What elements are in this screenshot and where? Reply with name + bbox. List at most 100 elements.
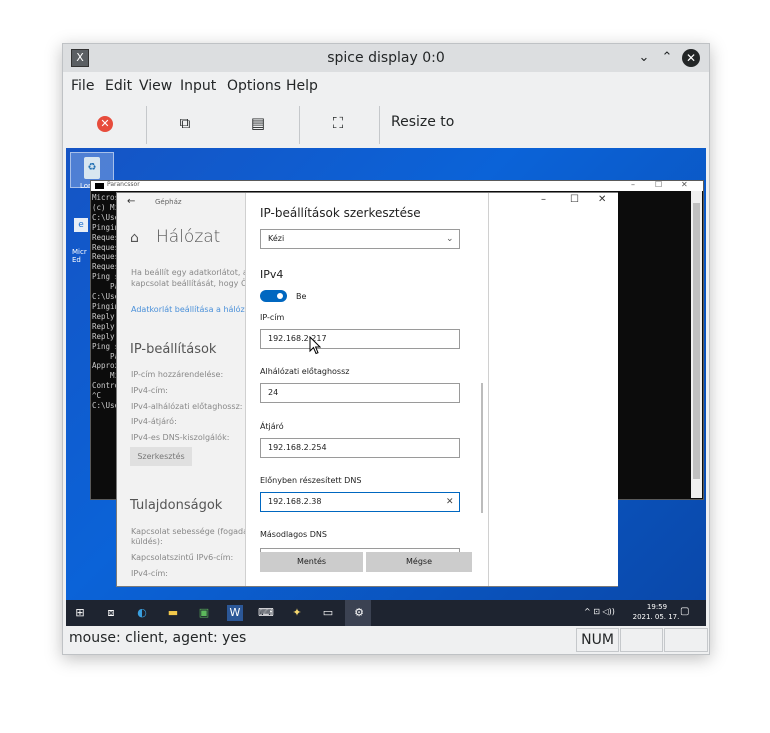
clear-icon[interactable]: ✕ [446,493,454,511]
cmd-title-bar[interactable]: Parancssor – ☐ ✕ [91,180,703,191]
ip-info-row: IPv4-es DNS-kiszolgálók: [131,433,230,442]
status-indicator [620,628,663,652]
fullscreen-icon[interactable]: ⛶ [329,114,347,132]
property-row: küldés): [131,537,163,546]
num-lock-indicator: NUM [576,628,619,652]
ip-mode-select[interactable]: Kézi ⌄ [260,229,460,249]
preferred-dns-label: Előnyben részesített DNS [260,476,362,485]
ip-info-row: IPv4-cím: [131,386,169,395]
settings-right-pane: – ☐ ✕ [488,193,618,586]
cmd-scroll-thumb[interactable] [693,203,700,479]
settings-gear-icon[interactable]: ⚙ [351,605,367,621]
ip-address-input[interactable]: 192.168.2.217 [260,329,460,349]
cmd-title: Parancssor [107,181,140,188]
cmd-icon [95,183,104,189]
ip-settings-heading: IP-beállítások [130,342,217,357]
save-button-label: Mentés [296,557,327,566]
property-row: Kapcsolatszintű IPv6-cím: [131,553,234,562]
notification-icon[interactable]: ▢ [680,606,689,617]
taskbar: ⊞ ⧈ ◐ ▬ ▣ W ⌨ ✦ ▭ ⚙ ^ ⊡ ◁)) 19:59 2021. … [66,600,706,626]
title-bar[interactable]: X spice display 0:0 ⌄ ⌃ ✕ [63,44,709,72]
resize-to-button[interactable]: Resize to [391,114,454,130]
ipv4-heading: IPv4 [260,268,284,281]
cancel-button[interactable]: Mégse [366,552,472,572]
edge-browser-icon[interactable]: ◐ [134,605,150,621]
settings-window: ← Gépház ⌂ Hálózat Ha beállít egy adatko… [116,192,618,587]
file-explorer-icon[interactable]: ▬ [165,605,181,621]
dialog-title: IP-beállítások szerkesztése [260,206,421,220]
guest-screen[interactable]: ♻ Lom e Micr Ed Parancssor – ☐ ✕ Micros(… [66,148,706,626]
prefix-length-value: 24 [268,388,279,397]
window-title: spice display 0:0 [327,50,445,66]
settings-minimize-button[interactable]: – [541,194,546,205]
minimize-button[interactable]: ⌄ [636,50,652,66]
settings-close-button[interactable]: ✕ [598,194,606,205]
dialog-scrollbar[interactable] [481,383,483,513]
terminal-icon[interactable]: ⌨ [258,605,274,621]
cmd-app-icon[interactable]: ▭ [320,605,336,621]
menu-view[interactable]: View [139,78,172,94]
edit-button-label: Szerkesztés [137,452,185,461]
cmd-scrollbar[interactable] [691,191,702,498]
ip-info-row: IPv4-átjáró: [131,417,177,426]
menu-file[interactable]: File [71,78,94,94]
save-button[interactable]: Mentés [260,552,363,572]
preferred-dns-value: 192.168.2.38 [268,497,322,506]
toolbar-separator [146,106,147,144]
disconnect-icon[interactable]: ✕ [97,116,113,132]
spice-window: X spice display 0:0 ⌄ ⌃ ✕ File Edit View… [62,43,710,655]
toggle-knob [277,293,283,299]
copy-icon[interactable]: ⧉ [176,114,194,132]
system-tray-icons[interactable]: ^ ⊡ ◁)) [584,607,615,616]
status-indicator [664,628,708,652]
task-view-icon[interactable]: ⧈ [103,605,119,621]
menu-options[interactable]: Options [227,78,281,94]
page-title: Hálózat [156,227,221,247]
ip-info-row: IPv4-alhálózati előtaghossz: [131,402,243,411]
description-text: kapcsolat beállítását, hogy Ön [131,279,253,288]
gateway-label: Átjáró [260,422,284,431]
cmd-maximize-button[interactable]: ☐ [655,180,662,189]
prefix-length-input[interactable]: 24 [260,383,460,403]
status-bar: mouse: client, agent: yes NUM [63,627,709,653]
ip-address-label: IP-cím [260,313,285,322]
data-limit-link[interactable]: Adatkorlát beállítása a hálóza [131,305,250,314]
mouse-cursor-icon [309,336,321,355]
settings-maximize-button[interactable]: ☐ [570,194,579,205]
cmd-close-button[interactable]: ✕ [681,180,688,189]
back-arrow-icon[interactable]: ← [127,196,135,207]
ipv4-toggle[interactable] [260,290,287,302]
toolbar: ✕ ⧉ ▤ ⛶ Resize to [63,102,709,146]
edge-icon[interactable]: e [74,218,88,232]
edit-button[interactable]: Szerkesztés [130,447,192,466]
python-icon[interactable]: ✦ [289,605,305,621]
network-settings-page: ← Gépház ⌂ Hálózat Ha beállít egy adatko… [117,193,252,586]
image-app-icon[interactable]: ▣ [196,605,212,621]
maximize-button[interactable]: ⌃ [659,50,675,66]
edit-ip-dialog: IP-beállítások szerkesztése Kézi ⌄ IPv4 … [245,193,488,586]
status-text: mouse: client, agent: yes [69,630,247,646]
clock-date[interactable]: 2021. 05. 17. [628,613,684,621]
clock-time[interactable]: 19:59 [636,603,678,611]
start-windows-icon[interactable]: ⊞ [72,605,88,621]
prefix-length-label: Alhálózati előtaghossz [260,367,350,376]
chevron-down-icon: ⌄ [446,234,454,244]
menu-help[interactable]: Help [286,78,318,94]
cmd-minimize-button[interactable]: – [631,180,635,189]
cancel-button-label: Mégse [406,557,432,566]
menu-input[interactable]: Input [180,78,216,94]
gateway-input[interactable]: 192.168.2.254 [260,438,460,458]
ip-info-row: IP-cím hozzárendelése: [131,370,224,379]
toggle-label: Be [296,292,307,301]
menu-edit[interactable]: Edit [105,78,132,94]
preferred-dns-input[interactable]: 192.168.2.38 ✕ [260,492,460,512]
property-row: IPv4-cím: [131,569,169,578]
menu-bar: File Edit View Input Options Help [63,74,709,100]
paste-icon[interactable]: ▤ [249,114,267,132]
breadcrumb: Gépház [155,198,182,206]
toolbar-separator [379,106,380,144]
close-button[interactable]: ✕ [682,49,700,67]
ip-mode-value: Kézi [268,234,285,243]
word-icon[interactable]: W [227,605,243,621]
properties-heading: Tulajdonságok [130,498,223,513]
